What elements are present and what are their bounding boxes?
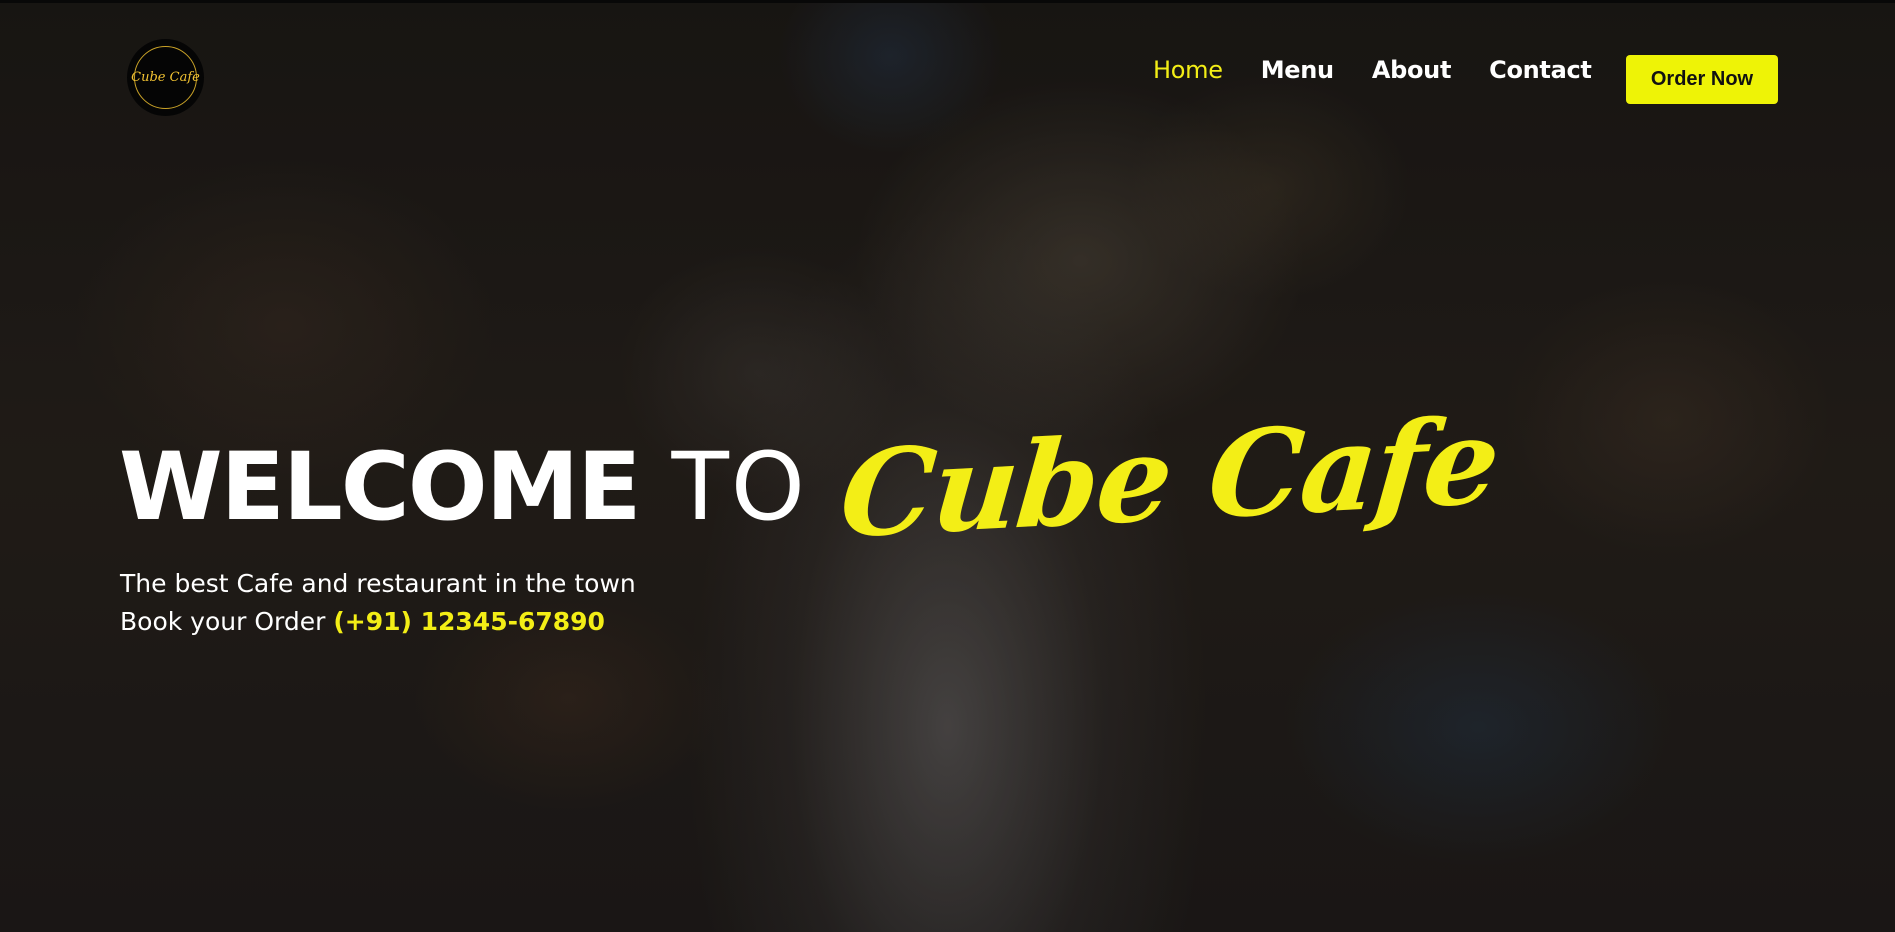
- nav-link-home[interactable]: Home: [1153, 56, 1223, 84]
- order-line: Book your Order (+91) 12345-67890: [120, 603, 636, 641]
- tagline-text: The best Cafe and restaurant in the town: [120, 569, 636, 598]
- hero-section: Cube Cafe Home Menu About Contact Order …: [0, 0, 1895, 932]
- order-now-button[interactable]: Order Now: [1626, 55, 1778, 104]
- hero-tagline: The best Cafe and restaurant in the town…: [120, 565, 636, 641]
- hero-headline: WELCOME TO Cube Cafe: [119, 390, 1503, 564]
- logo-text: Cube Cafe: [131, 70, 200, 85]
- phone-number[interactable]: (+91) 12345-67890: [333, 607, 605, 636]
- nav-link-contact[interactable]: Contact: [1489, 56, 1592, 84]
- headline-welcome: WELCOME: [119, 433, 641, 542]
- cafe-logo-icon[interactable]: Cube Cafe: [127, 39, 204, 116]
- headline-brand: Cube Cafe: [835, 390, 1504, 565]
- nav-link-menu[interactable]: Menu: [1261, 56, 1334, 84]
- order-prefix: Book your Order: [120, 607, 326, 636]
- main-nav: Home Menu About Contact: [1153, 56, 1592, 84]
- nav-link-about[interactable]: About: [1372, 56, 1452, 84]
- headline-to: TO: [671, 433, 807, 542]
